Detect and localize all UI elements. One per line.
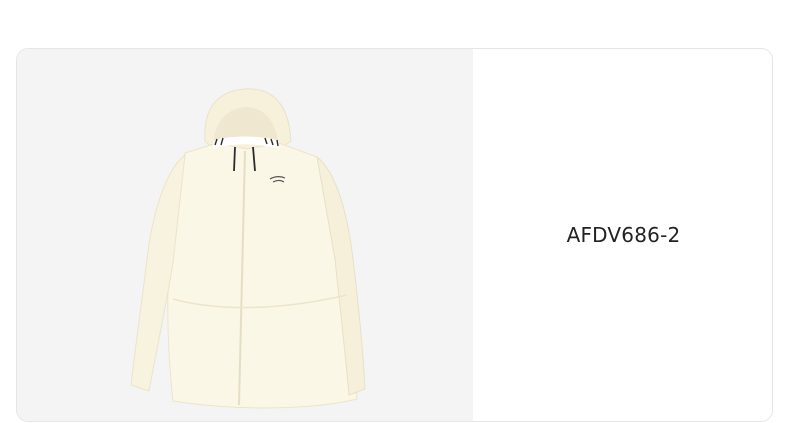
product-card[interactable]: AFDV686-2 xyxy=(16,48,773,422)
product-sku: AFDV686-2 xyxy=(566,223,681,247)
jacket-illustration xyxy=(130,88,366,409)
product-info: AFDV686-2 xyxy=(473,49,772,421)
product-image[interactable] xyxy=(17,49,473,421)
drawcord-left xyxy=(233,146,236,172)
